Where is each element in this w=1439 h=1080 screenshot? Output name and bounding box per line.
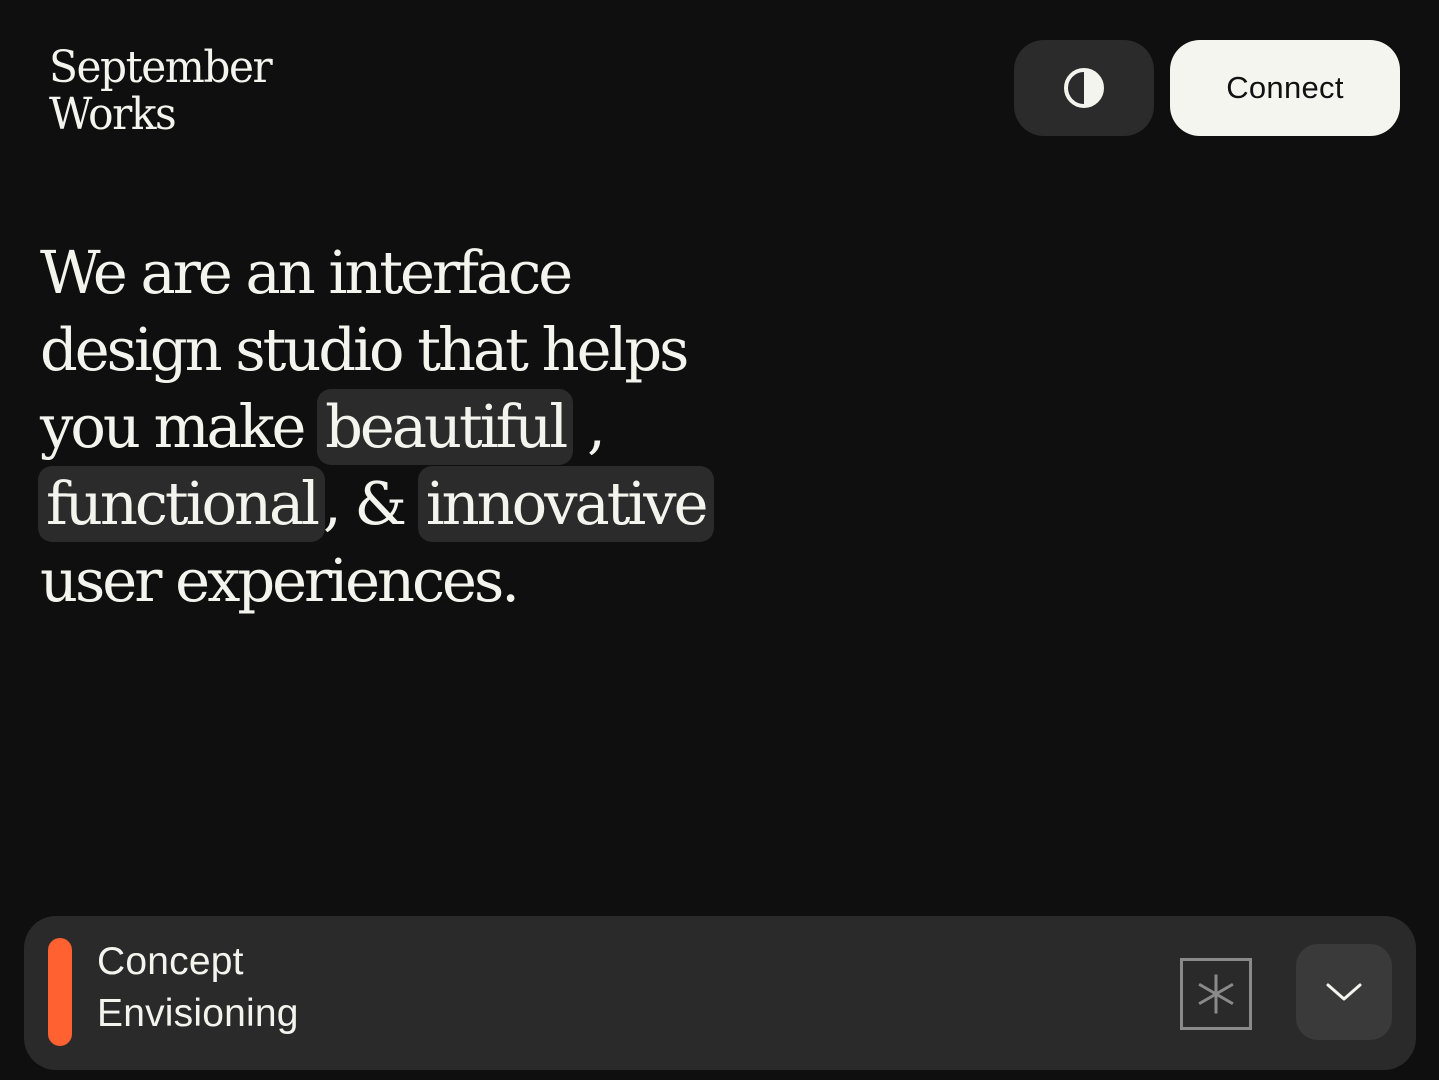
hero-line-3-prefix: you make xyxy=(40,392,320,461)
hero-line-2: design studio that helps xyxy=(40,315,689,384)
service-title-line1: Concept xyxy=(97,940,244,983)
service-title: Concept Envisioning xyxy=(97,936,299,1040)
hero-line-3: you make beautiful , xyxy=(40,388,760,465)
contrast-icon xyxy=(1064,68,1104,108)
hero-line-4-middle: , & xyxy=(323,469,420,538)
highlight-beautiful: beautiful xyxy=(317,389,574,465)
brand-name-line1: September xyxy=(49,42,273,93)
service-accent-bar xyxy=(48,938,72,1046)
service-title-line2: Envisioning xyxy=(97,992,299,1035)
expand-button[interactable] xyxy=(1296,944,1392,1040)
hero-headline: We are an interface design studio that h… xyxy=(38,234,760,619)
hero-line-4: functional, & innovative xyxy=(38,465,760,542)
hero-line-3-suffix: , xyxy=(571,392,606,461)
highlight-innovative: innovative xyxy=(417,466,714,542)
brand-name-line2: Works xyxy=(49,89,177,140)
hero-line-1: We are an interface xyxy=(40,238,573,307)
hero-line-5: user experiences. xyxy=(40,546,520,615)
chevron-down-icon xyxy=(1326,983,1362,1001)
brand-logo[interactable]: September Works xyxy=(49,42,273,140)
service-panel[interactable]: Concept Envisioning xyxy=(24,916,1416,1070)
highlight-functional: functional xyxy=(38,466,326,542)
connect-button[interactable]: Connect xyxy=(1170,40,1400,136)
theme-toggle-button[interactable] xyxy=(1014,40,1154,136)
asterisk-icon xyxy=(1180,958,1252,1030)
